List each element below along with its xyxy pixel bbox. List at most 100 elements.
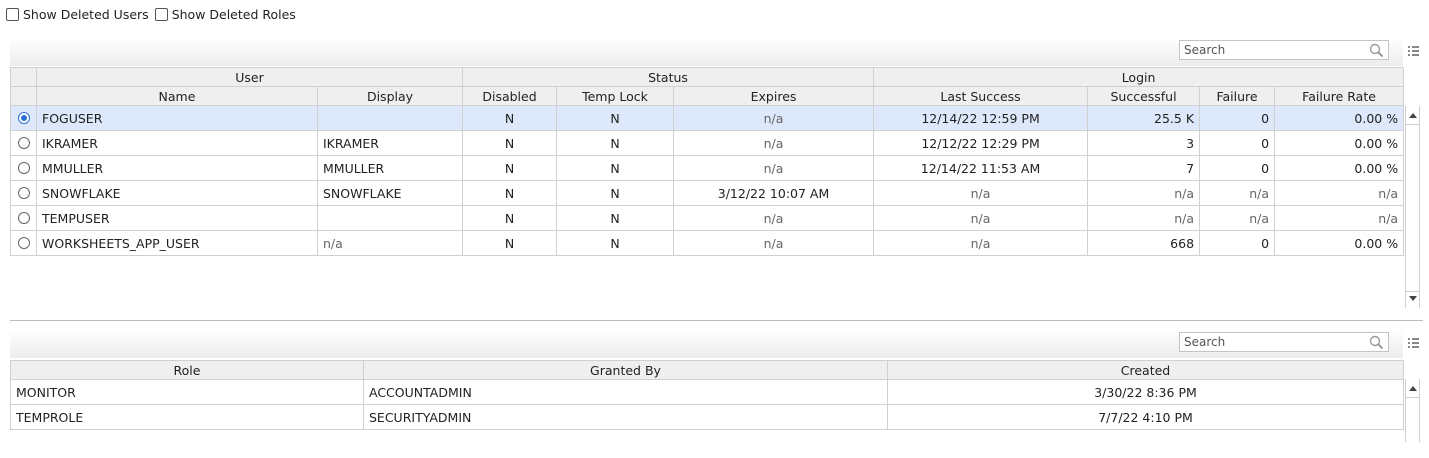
scroll-up-arrow[interactable] bbox=[1409, 113, 1417, 118]
row-radio[interactable] bbox=[17, 212, 30, 224]
cell-disabled: N bbox=[462, 180, 557, 206]
checkbox-box[interactable] bbox=[154, 7, 168, 21]
cell-expires: n/a bbox=[672, 230, 875, 256]
row-radio[interactable] bbox=[17, 237, 30, 249]
cell-disabled: N bbox=[462, 130, 557, 156]
column-header-display[interactable]: Display bbox=[317, 86, 463, 106]
row-radio[interactable] bbox=[17, 187, 30, 199]
cell-successful: n/a bbox=[1087, 205, 1201, 231]
column-header-role[interactable]: Role bbox=[10, 360, 364, 380]
group-header-login: Login bbox=[873, 67, 1405, 87]
show-deleted-roles-checkbox[interactable]: Show Deleted Roles bbox=[154, 6, 296, 22]
panel-divider bbox=[10, 320, 1423, 321]
roles-search-input[interactable] bbox=[1180, 334, 1368, 350]
row-radio[interactable] bbox=[17, 162, 30, 174]
cell-temp-lock: N bbox=[556, 155, 674, 181]
cell-successful: 3 bbox=[1087, 130, 1201, 156]
users-toolbar bbox=[10, 38, 1403, 66]
magnifier-icon[interactable] bbox=[1369, 43, 1384, 58]
roles-toolbar bbox=[10, 330, 1403, 358]
table-row[interactable]: MONITOR ACCOUNTADMIN 3/30/22 8:36 PM bbox=[10, 379, 1404, 405]
cell-name: SNOWFLAKE bbox=[36, 180, 318, 206]
cell-name: MMULLER bbox=[36, 155, 318, 181]
row-radio-selected[interactable] bbox=[17, 112, 30, 124]
column-header-disabled[interactable]: Disabled bbox=[462, 86, 557, 106]
row-radio[interactable] bbox=[17, 137, 30, 149]
cell-temp-lock: N bbox=[556, 205, 674, 231]
row-select-cell[interactable] bbox=[10, 180, 37, 206]
scrollbar-thumb[interactable] bbox=[1406, 124, 1419, 292]
table-row[interactable]: WORKSHEETS_APP_USER n/a N N n/a n/a 668 … bbox=[10, 230, 1405, 256]
column-header-created[interactable]: Created bbox=[887, 360, 1404, 380]
cell-last-success: 12/14/22 12:59 PM bbox=[873, 105, 1089, 131]
magnifier-icon[interactable] bbox=[1369, 335, 1384, 350]
cell-expires: 3/12/22 10:07 AM bbox=[672, 180, 875, 206]
column-menu-icon[interactable] bbox=[1407, 44, 1420, 57]
cell-last-success: 12/14/22 11:53 AM bbox=[873, 155, 1089, 181]
cell-name: IKRAMER bbox=[36, 130, 318, 156]
row-select-cell[interactable] bbox=[10, 205, 37, 231]
cell-name: FOGUSER bbox=[36, 105, 318, 131]
select-column-header bbox=[10, 67, 37, 87]
cell-expires: n/a bbox=[672, 205, 875, 231]
scrollbar-thumb[interactable] bbox=[1406, 397, 1419, 458]
column-header-granted-by[interactable]: Granted By bbox=[363, 360, 888, 380]
column-header-name[interactable]: Name bbox=[36, 86, 318, 106]
users-search-input[interactable] bbox=[1180, 42, 1368, 58]
users-group-header-row: User Status Login bbox=[10, 67, 1405, 87]
cell-display: MMULLER bbox=[317, 155, 463, 181]
cell-failure: n/a bbox=[1199, 180, 1276, 206]
table-row[interactable]: SNOWFLAKE SNOWFLAKE N N 3/12/22 10:07 AM… bbox=[10, 180, 1405, 206]
column-header-temp-lock[interactable]: Temp Lock bbox=[556, 86, 674, 106]
checkbox-box[interactable] bbox=[6, 7, 19, 21]
table-row[interactable]: MMULLER MMULLER N N n/a 12/14/22 11:53 A… bbox=[10, 155, 1405, 181]
cell-name: WORKSHEETS_APP_USER bbox=[36, 230, 318, 256]
cell-last-success: n/a bbox=[873, 205, 1089, 231]
show-deleted-roles-label: Show Deleted Roles bbox=[171, 6, 296, 22]
column-header-failure[interactable]: Failure bbox=[1199, 86, 1276, 106]
cell-successful: 668 bbox=[1087, 230, 1201, 256]
row-select-cell[interactable] bbox=[10, 105, 37, 131]
users-column-header-row: Name Display Disabled Temp Lock Expires … bbox=[10, 86, 1405, 106]
table-row[interactable]: TEMPUSER N N n/a n/a n/a n/a n/a bbox=[10, 205, 1405, 231]
cell-failure-rate: n/a bbox=[1274, 180, 1405, 206]
column-header-last-success[interactable]: Last Success bbox=[873, 86, 1089, 106]
cell-temp-lock: N bbox=[556, 105, 674, 131]
roles-scrollbar[interactable] bbox=[1405, 379, 1420, 458]
row-select-cell[interactable] bbox=[10, 155, 37, 181]
cell-failure-rate: 0.00 % bbox=[1274, 230, 1405, 256]
column-menu-icon[interactable] bbox=[1407, 336, 1420, 349]
cell-successful: n/a bbox=[1087, 180, 1201, 206]
cell-disabled: N bbox=[462, 205, 557, 231]
scroll-down-arrow[interactable] bbox=[1409, 296, 1417, 301]
column-header-expires[interactable]: Expires bbox=[672, 86, 875, 106]
cell-last-success: 12/12/22 12:29 PM bbox=[873, 130, 1089, 156]
row-select-cell[interactable] bbox=[10, 230, 37, 256]
cell-failure: 0 bbox=[1199, 105, 1276, 131]
filter-bar: Show Deleted Users Show Deleted Roles bbox=[6, 5, 302, 23]
cell-successful: 7 bbox=[1087, 155, 1201, 181]
cell-disabled: N bbox=[462, 155, 557, 181]
cell-expires: n/a bbox=[672, 105, 875, 131]
scroll-up-arrow[interactable] bbox=[1409, 386, 1417, 391]
column-header-successful[interactable]: Successful bbox=[1087, 86, 1201, 106]
cell-display: IKRAMER bbox=[317, 130, 463, 156]
cell-successful: 25.5 K bbox=[1087, 105, 1201, 131]
cell-role: MONITOR bbox=[10, 379, 364, 405]
show-deleted-users-checkbox[interactable]: Show Deleted Users bbox=[6, 7, 149, 22]
cell-expires: n/a bbox=[672, 155, 875, 181]
column-header-failure-rate[interactable]: Failure Rate bbox=[1274, 86, 1405, 106]
table-row[interactable]: TEMPROLE SECURITYADMIN 7/7/22 4:10 PM bbox=[10, 404, 1404, 430]
table-row[interactable]: FOGUSER N N n/a 12/14/22 12:59 PM 25.5 K… bbox=[10, 105, 1405, 131]
show-deleted-users-label: Show Deleted Users bbox=[23, 6, 149, 22]
cell-display: SNOWFLAKE bbox=[317, 180, 463, 206]
cell-created: 7/7/22 4:10 PM bbox=[887, 404, 1404, 430]
row-select-cell[interactable] bbox=[10, 130, 37, 156]
table-row[interactable]: IKRAMER IKRAMER N N n/a 12/12/22 12:29 P… bbox=[10, 130, 1405, 156]
cell-last-success: n/a bbox=[873, 180, 1089, 206]
users-scrollbar[interactable] bbox=[1405, 106, 1420, 308]
roles-search-box[interactable] bbox=[1179, 332, 1389, 352]
users-search-box[interactable] bbox=[1179, 40, 1389, 60]
cell-temp-lock: N bbox=[556, 230, 674, 256]
cell-failure: n/a bbox=[1199, 205, 1276, 231]
